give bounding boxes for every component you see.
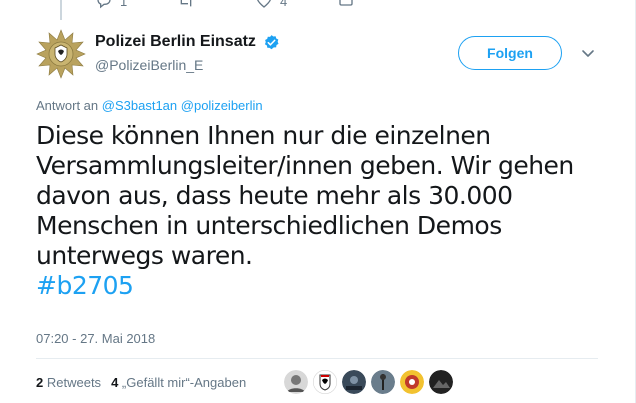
mention-link[interactable]: @polizeiberlin <box>181 98 263 113</box>
tweet-stats: 2 Retweets 4 „Gefällt mir“-Angaben <box>36 375 256 390</box>
tweet-text-line: unterwegs waren. <box>36 241 253 270</box>
hashtag-link[interactable]: #b2705 <box>36 271 596 301</box>
likes-stat[interactable]: 4 „Gefällt mir“-Angaben <box>111 375 246 390</box>
reply-action[interactable]: 1 <box>96 0 127 9</box>
verified-badge-icon <box>265 34 279 49</box>
retweets-count: 2 <box>36 375 44 390</box>
like-action[interactable]: 4 <box>256 0 287 9</box>
mention-link[interactable]: @S3bast1an <box>102 98 177 113</box>
retweet-action[interactable] <box>178 0 194 9</box>
like-count: 4 <box>280 0 288 9</box>
divider <box>36 358 598 359</box>
author-handle[interactable]: @PolizeiBerlin_E <box>95 57 280 73</box>
user-avatar-icon[interactable] <box>400 370 424 394</box>
follow-button[interactable]: Folgen <box>458 36 562 70</box>
retweets-stat[interactable]: 2 Retweets <box>36 375 101 390</box>
tweet-text-line: Versammlungsleiter/innen geben. Wir gehe… <box>36 151 574 180</box>
previous-tweet-actions: 1 4 <box>0 0 636 12</box>
heart-icon <box>256 0 272 8</box>
tweet-text-line: davon aus, dass heute mehr als 30.000 <box>36 181 513 210</box>
bear-crest-avatar-icon[interactable] <box>313 370 337 394</box>
envelope-icon <box>339 0 353 6</box>
police-star-badge-icon[interactable] <box>36 29 86 79</box>
reply-prefix: Antwort an <box>36 98 99 113</box>
user-avatar-icon[interactable] <box>429 370 453 394</box>
reply-icon <box>97 0 111 9</box>
user-avatar-icon[interactable] <box>284 370 308 394</box>
liker-avatars <box>284 370 458 394</box>
reply-count: 1 <box>120 0 128 9</box>
retweets-label: Retweets <box>46 375 102 390</box>
retweet-icon <box>180 0 192 7</box>
tweet-text-line: Menschen in unterschiedlichen Demos <box>36 211 502 240</box>
tweet-text: Diese können Ihnen nur die einzelnen Ver… <box>36 121 596 301</box>
likes-label: „Gefällt mir“-Angaben <box>121 375 247 390</box>
tweet-timestamp[interactable]: 07:20 - 27. Mai 2018 <box>36 331 155 346</box>
tweet-text-line: Diese können Ihnen nur die einzelnen <box>36 121 491 150</box>
message-action[interactable] <box>338 0 354 9</box>
author-display-name[interactable]: Polizei Berlin Einsatz <box>95 33 256 51</box>
reply-context: Antwort an @S3bast1an @polizeiberlin <box>36 98 263 113</box>
chevron-down-icon[interactable] <box>580 45 596 61</box>
user-avatar-icon[interactable] <box>371 370 395 394</box>
user-avatar-icon[interactable] <box>342 370 366 394</box>
likes-count: 4 <box>111 375 119 390</box>
